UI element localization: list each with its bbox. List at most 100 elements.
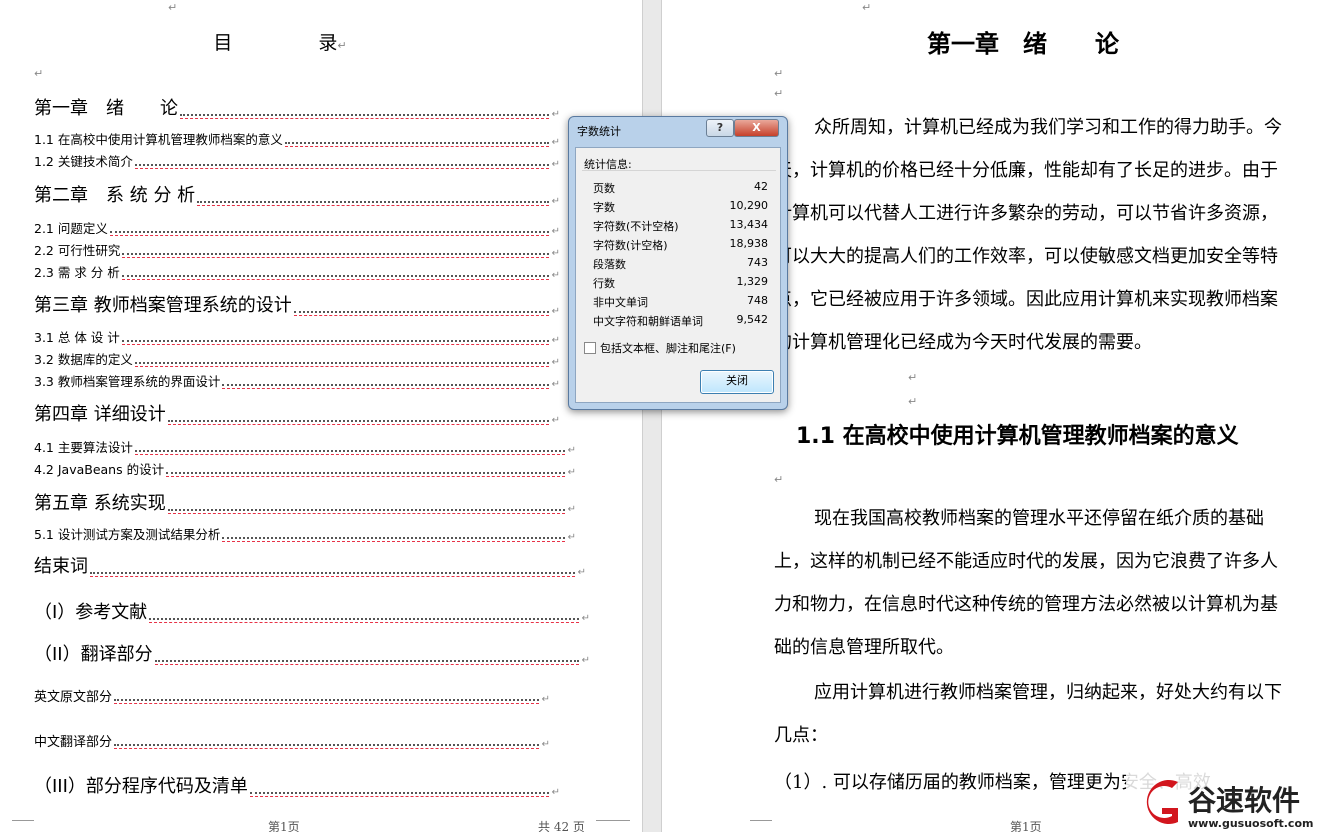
- toc-entry-text: （I）参考文献: [34, 602, 148, 623]
- stat-row: 非中文单词 748: [593, 294, 768, 310]
- toc-entry[interactable]: 2.1 问题定义 ↵: [34, 218, 560, 237]
- toc-leader-dots: [90, 572, 575, 577]
- toc-entry[interactable]: 4.1 主要算法设计 ↵: [34, 437, 576, 456]
- toc-entry-text: 2.2 可行性研究: [34, 243, 121, 258]
- paragraph-mark: ↵: [567, 504, 576, 515]
- word-count-dialog[interactable]: 字数统计 ? X 统计信息: 页数 42 字数 10,290 字符数(不计空格) 13,4…: [568, 116, 788, 410]
- paragraph-mark: ↵: [541, 739, 550, 750]
- toc-leader-dots: [284, 142, 549, 147]
- stat-row: 字符数(不计空格) 13,434: [593, 218, 768, 234]
- stat-label: 行数: [593, 277, 615, 290]
- toc-entry[interactable]: 第五章 系统实现 ↵: [34, 489, 576, 515]
- toc-entry[interactable]: 2.2 可行性研究 ↵: [34, 240, 560, 259]
- chapter-heading: 第一章 绪 论: [927, 30, 1119, 58]
- toc-leader-dots: [109, 231, 549, 236]
- toc-leader-dots: [180, 114, 549, 119]
- toc-title: 目 录↵: [0, 28, 560, 55]
- paragraph-mark: ↵: [168, 1, 178, 14]
- paragraph-mark: ↵: [581, 613, 590, 624]
- paragraph-mark: ↵: [551, 196, 560, 207]
- toc-leader-dots: [222, 384, 549, 389]
- toc-entry-text: 3.3 教师档案管理系统的界面设计: [34, 374, 221, 389]
- toc-entry[interactable]: 结束词 ↵: [34, 552, 586, 578]
- toc-entry[interactable]: （III）部分程序代码及清单 ↵: [34, 772, 560, 798]
- toc-entry[interactable]: （I）参考文献 ↵: [34, 598, 590, 624]
- toc-leader-dots: [154, 660, 579, 665]
- paragraph-mark: ↵: [567, 445, 576, 456]
- toc-leader-dots: [114, 699, 539, 704]
- brand-url: www.gusuosoft.com: [1188, 817, 1313, 830]
- paragraph-line: 的计算机管理化已经成为今天时代发展的需要。: [774, 332, 1152, 353]
- brand-logo-icon: 谷速软件 www.gusuosoft.com: [1126, 772, 1326, 832]
- toc-entry-text: 4.2 JavaBeans 的设计: [34, 462, 165, 477]
- paragraph-mark: ↵: [551, 109, 560, 120]
- stat-label: 段落数: [593, 258, 626, 271]
- toc-entry[interactable]: 第二章 系 统 分 析 ↵: [34, 181, 560, 207]
- paragraph-mark: ↵: [551, 787, 560, 798]
- crop-mark: [12, 820, 34, 832]
- paragraph-line: 应用计算机进行教师档案管理，归纳起来，好处大约有以下: [814, 682, 1282, 703]
- stat-row: 行数 1,329: [593, 275, 768, 291]
- toc-entry-text: 2.1 问题定义: [34, 221, 108, 236]
- toc-entry-text: （III）部分程序代码及清单: [34, 776, 248, 797]
- toc-entry[interactable]: 3.2 数据库的定义 ↵: [34, 349, 560, 368]
- toc-leader-dots: [121, 275, 549, 280]
- paragraph-mark: ↵: [551, 335, 560, 346]
- stat-row: 字符数(计空格) 18,938: [593, 237, 768, 253]
- toc-entry-text: 第三章 教师档案管理系统的设计: [34, 295, 292, 316]
- toc-leader-dots: [197, 201, 550, 206]
- dialog-titlebar[interactable]: 字数统计 ? X: [569, 117, 787, 143]
- toc-entry[interactable]: 3.3 教师档案管理系统的界面设计 ↵: [34, 371, 560, 390]
- crop-mark: [596, 820, 630, 832]
- paragraph-mark: ↵: [551, 357, 560, 368]
- include-textboxes-option[interactable]: 包括文本框、脚注和尾注(F): [584, 340, 736, 356]
- toc-entry[interactable]: 1.1 在高校中使用计算机管理教师档案的意义 ↵: [34, 129, 560, 148]
- paragraph-line: 计算机可以代替人工进行许多繁杂的劳动，可以节省许多资源，: [774, 203, 1278, 224]
- toc-entry[interactable]: 第一章 绪 论 ↵: [34, 94, 560, 120]
- stat-row: 中文字符和朝鲜语单词 9,542: [593, 313, 768, 329]
- crop-mark: [750, 820, 772, 832]
- toc-leader-dots: [122, 253, 549, 258]
- toc-entry[interactable]: 第四章 详细设计 ↵: [34, 400, 560, 426]
- toc-entry[interactable]: 1.2 关键技术简介 ↵: [34, 151, 560, 170]
- toc-leader-dots: [167, 420, 549, 425]
- toc-entry[interactable]: 中文翻译部分 ↵: [34, 731, 550, 750]
- toc-entry-text: 1.2 关键技术简介: [34, 154, 133, 169]
- dialog-body: 统计信息: 页数 42 字数 10,290 字符数(不计空格) 13,434 字符数(计空格…: [575, 147, 781, 403]
- paragraph-mark: ↵: [551, 159, 560, 170]
- toc-entry[interactable]: 2.3 需 求 分 析 ↵: [34, 262, 560, 281]
- include-textboxes-checkbox[interactable]: [584, 342, 596, 354]
- left-document-page: ↵ 目 录↵ ↵ 第一章 绪 论 ↵ 1.1 在高校中使用计算机管理教师档案的意义 ↵…: [0, 0, 642, 832]
- toc-entry-text: 2.3 需 求 分 析: [34, 265, 120, 280]
- paragraph-mark: ↵: [577, 567, 586, 578]
- toc-leader-dots: [249, 792, 549, 797]
- stat-value: 10,290: [729, 199, 769, 212]
- toc-entry[interactable]: 英文原文部分 ↵: [34, 686, 550, 705]
- toc-entry[interactable]: 3.1 总 体 设 计 ↵: [34, 327, 560, 346]
- paragraph-line: 现在我国高校教师档案的管理水平还停留在纸介质的基础: [814, 508, 1264, 529]
- help-button[interactable]: ?: [706, 119, 734, 137]
- paragraph-mark: ↵: [551, 306, 560, 317]
- close-x-button[interactable]: X: [734, 119, 779, 137]
- toc-leader-dots: [121, 340, 549, 345]
- toc-entry[interactable]: 5.1 设计测试方案及测试结果分析 ↵: [34, 524, 576, 543]
- include-textboxes-label: 包括文本框、脚注和尾注(F): [600, 342, 736, 355]
- page-footer-left: 第1页: [268, 820, 300, 832]
- toc-leader-dots: [293, 311, 549, 316]
- toc-entry-text: 第五章 系统实现: [34, 493, 166, 514]
- toc-entry-text: 第四章 详细设计: [34, 404, 166, 425]
- body-paragraph: 现在我国高校教师档案的管理水平还停留在纸介质的基础 上，这样的机制已经不能适应时代…: [774, 497, 1278, 669]
- close-button[interactable]: 关闭: [700, 370, 774, 394]
- paragraph-mark: ↵: [541, 694, 550, 705]
- toc-entry-text: 第二章 系 统 分 析: [34, 185, 196, 206]
- toc-entry[interactable]: 4.2 JavaBeans 的设计 ↵: [34, 459, 576, 478]
- intro-paragraph: 众所周知，计算机已经成为我们学习和工作的得力助手。今 天，计算机的价格已经十分低廉…: [774, 106, 1282, 364]
- stat-row: 字数 10,290: [593, 199, 768, 215]
- toc-entry[interactable]: 第三章 教师档案管理系统的设计 ↵: [34, 291, 560, 317]
- toc-entry-text: 第一章 绪 论: [34, 98, 178, 119]
- toc-entry[interactable]: （II）翻译部分 ↵: [34, 640, 590, 666]
- paragraph-line: 可以大大的提高人们的工作效率，可以使敏感文档更加安全等特: [774, 246, 1278, 267]
- toc-entry-text: 中文翻译部分: [34, 735, 113, 750]
- section-heading: 1.1 在高校中使用计算机管理教师档案的意义: [796, 424, 1239, 449]
- page-count-footer: 共 42 页: [538, 820, 585, 832]
